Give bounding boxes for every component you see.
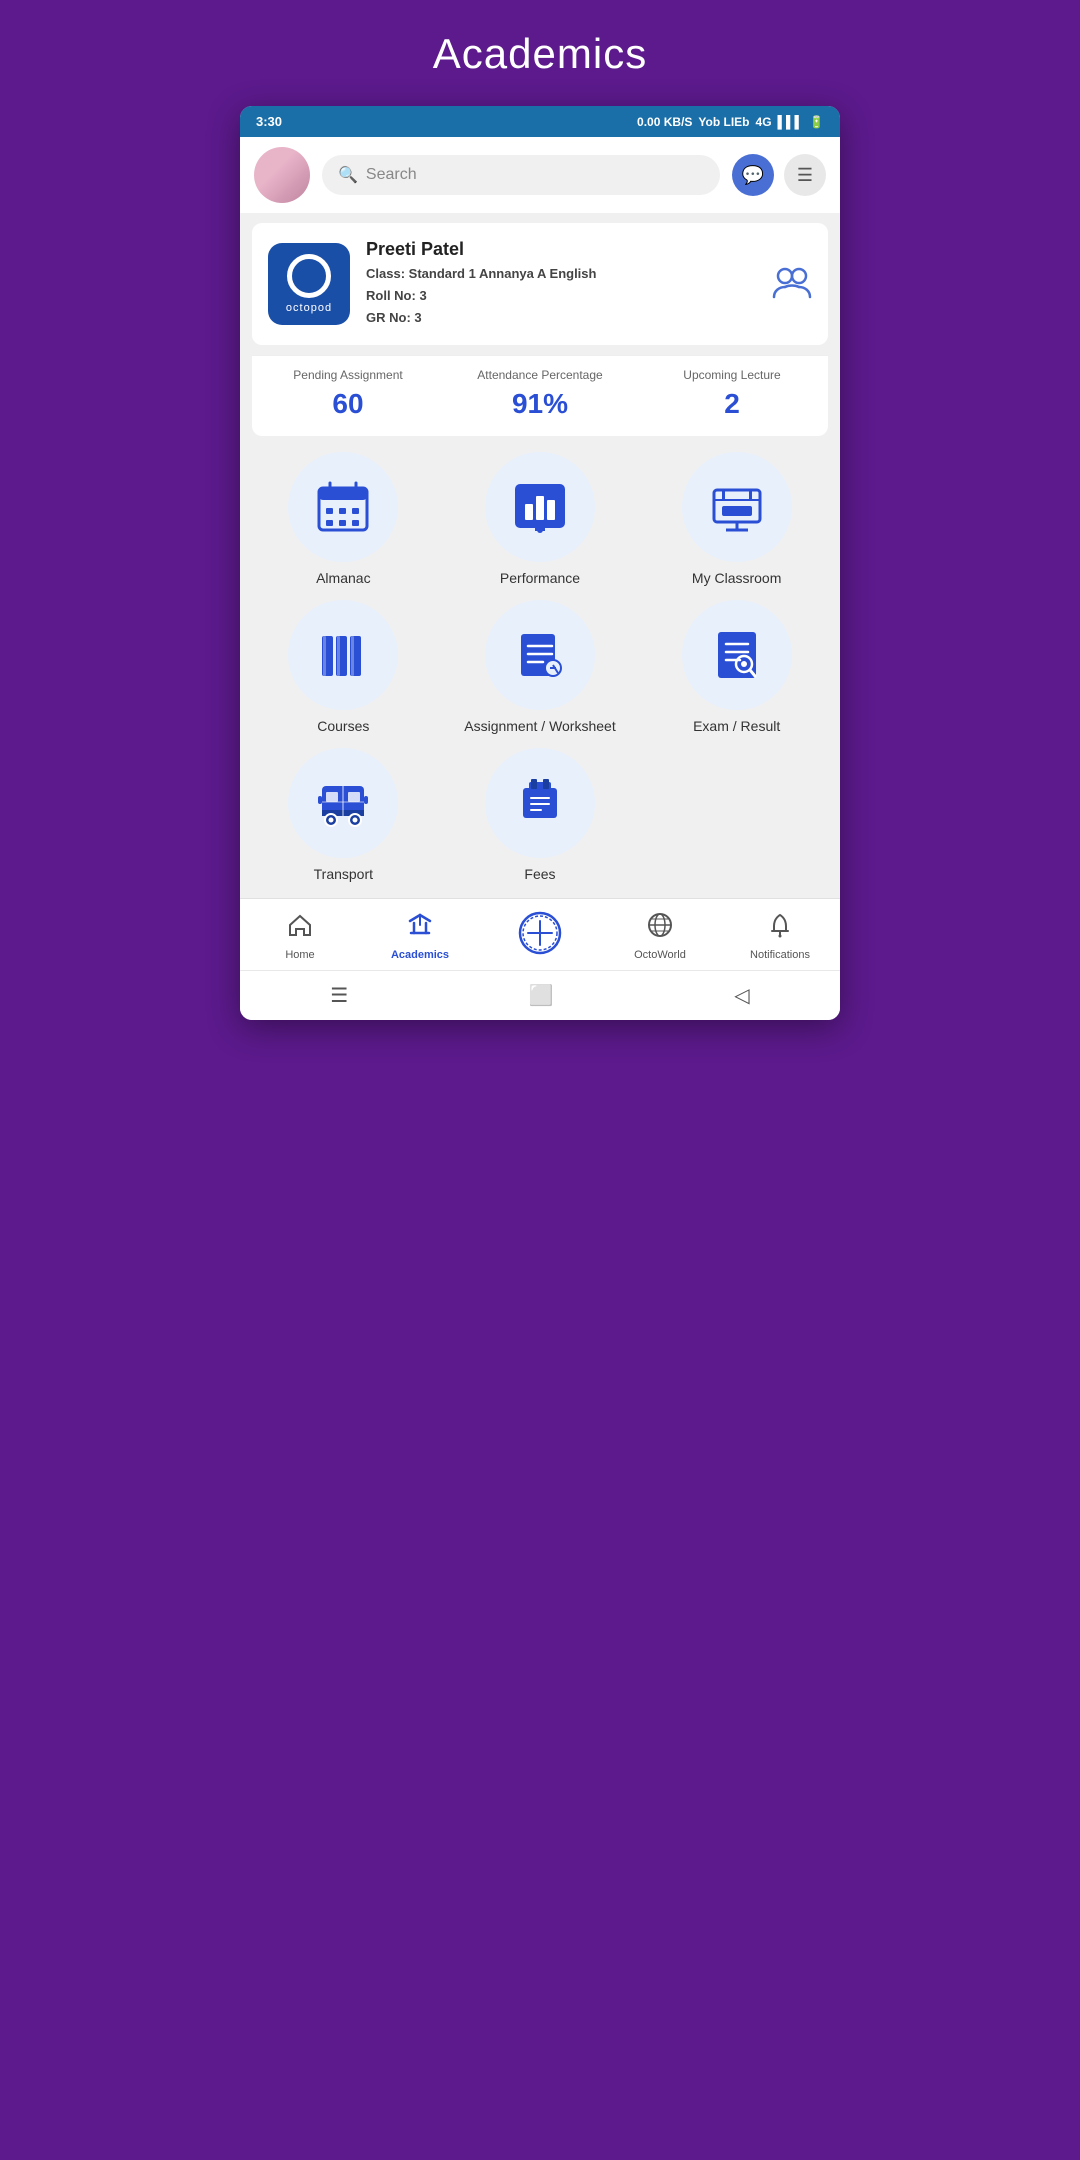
- nav-label-octoworld: OctoWorld: [634, 949, 686, 961]
- octopod-logo: octopod: [268, 243, 350, 325]
- search-bar[interactable]: 🔍 Search: [322, 155, 720, 195]
- nav-label-academics: Academics: [391, 949, 449, 961]
- nav-item-octoworld-center[interactable]: [505, 911, 575, 962]
- grid-item-fees[interactable]: Fees: [449, 748, 632, 882]
- attendance-value: 91%: [444, 388, 636, 420]
- assignment-icon: [485, 600, 595, 710]
- page-title: Academics: [433, 30, 647, 78]
- nav-item-octoworld[interactable]: OctoWorld: [625, 911, 695, 962]
- system-back-icon[interactable]: ◁: [734, 983, 749, 1008]
- stat-attendance[interactable]: Attendance Percentage 91%: [444, 368, 636, 420]
- phone-frame: 3:30 0.00 KB/S Yob LIEb 4G ▌▌▌ 🔋 🔍 Searc…: [240, 106, 840, 1020]
- search-icon: 🔍: [338, 165, 358, 185]
- network-type: 4G: [756, 115, 772, 129]
- chart-icon: [485, 452, 595, 562]
- home-icon: [286, 911, 314, 946]
- profile-class: Class: Standard 1 Annanya A English: [366, 263, 756, 285]
- search-placeholder: Search: [366, 166, 417, 184]
- pending-label: Pending Assignment: [252, 368, 444, 382]
- octopod-circle: [287, 254, 331, 298]
- globe-icon: [646, 911, 674, 946]
- lecture-label: Upcoming Lecture: [636, 368, 828, 382]
- chat-button[interactable]: 💬: [732, 154, 774, 196]
- books-icon: [288, 600, 398, 710]
- stat-pending[interactable]: Pending Assignment 60: [252, 368, 444, 420]
- system-menu-icon[interactable]: ☰: [330, 983, 348, 1008]
- profile-gr: GR No: 3: [366, 307, 756, 329]
- grid-label-transport: Transport: [314, 866, 373, 882]
- group-icon[interactable]: [772, 263, 812, 306]
- stat-lecture[interactable]: Upcoming Lecture 2: [636, 368, 828, 420]
- nav-label-home: Home: [285, 949, 314, 961]
- menu-button[interactable]: ☰: [784, 154, 826, 196]
- network-speed: 0.00 KB/S: [637, 115, 692, 129]
- grid-item-examresult[interactable]: Exam / Result: [645, 600, 828, 734]
- grid-label-performance: Performance: [500, 570, 580, 586]
- chat-icon: 💬: [742, 165, 764, 186]
- calendar-icon: [288, 452, 398, 562]
- academics-icon: [406, 911, 434, 946]
- profile-info: Preeti Patel Class: Standard 1 Annanya A…: [366, 239, 756, 329]
- avatar[interactable]: [254, 147, 310, 203]
- system-home-icon[interactable]: ⬜: [529, 983, 554, 1008]
- menu-icon: ☰: [797, 165, 813, 186]
- grid-label-assignment: Assignment / Worksheet: [464, 718, 615, 734]
- grid-section: Almanac Performance My Classroom Courses…: [240, 436, 840, 898]
- bottom-nav: Home Academics OctoWorld Notifications: [240, 898, 840, 970]
- header-icons: 💬 ☰: [732, 154, 826, 196]
- grid-item-assignment[interactable]: Assignment / Worksheet: [449, 600, 632, 734]
- exam-icon: [682, 600, 792, 710]
- carrier: Yob LIEb: [698, 115, 749, 129]
- plus-badge-icon: [518, 911, 562, 962]
- profile-roll: Roll No: 3: [366, 285, 756, 307]
- system-nav: ☰ ⬜ ◁: [240, 970, 840, 1020]
- lecture-value: 2: [636, 388, 828, 420]
- grid-label-examresult: Exam / Result: [693, 718, 780, 734]
- nav-item-notifications[interactable]: Notifications: [745, 911, 815, 962]
- header: 🔍 Search 💬 ☰: [240, 137, 840, 213]
- signal-bars: ▌▌▌: [778, 115, 804, 129]
- stats-row: Pending Assignment 60 Attendance Percent…: [252, 355, 828, 436]
- bus-icon: [288, 748, 398, 858]
- grid-label-fees: Fees: [524, 866, 555, 882]
- attendance-label: Attendance Percentage: [444, 368, 636, 382]
- nav-item-academics[interactable]: Academics: [385, 911, 455, 962]
- grid-item-almanac[interactable]: Almanac: [252, 452, 435, 586]
- status-right: 0.00 KB/S Yob LIEb 4G ▌▌▌ 🔋: [637, 115, 824, 129]
- fees-icon: [485, 748, 595, 858]
- grid-label-courses: Courses: [317, 718, 369, 734]
- profile-card: octopod Preeti Patel Class: Standard 1 A…: [252, 223, 828, 345]
- profile-name: Preeti Patel: [366, 239, 756, 260]
- grid-item-transport[interactable]: Transport: [252, 748, 435, 882]
- bell-icon: [766, 911, 794, 946]
- battery-icon: 🔋: [809, 115, 824, 129]
- grid-item-performance[interactable]: Performance: [449, 452, 632, 586]
- status-bar: 3:30 0.00 KB/S Yob LIEb 4G ▌▌▌ 🔋: [240, 106, 840, 137]
- octopod-text: octopod: [286, 302, 332, 314]
- nav-item-home[interactable]: Home: [265, 911, 335, 962]
- grid-label-almanac: Almanac: [316, 570, 370, 586]
- pending-value: 60: [252, 388, 444, 420]
- classroom-icon: [682, 452, 792, 562]
- status-time: 3:30: [256, 114, 282, 129]
- grid-item-myclassroom[interactable]: My Classroom: [645, 452, 828, 586]
- grid-item-courses[interactable]: Courses: [252, 600, 435, 734]
- grid-label-myclassroom: My Classroom: [692, 570, 781, 586]
- nav-label-notifications: Notifications: [750, 949, 810, 961]
